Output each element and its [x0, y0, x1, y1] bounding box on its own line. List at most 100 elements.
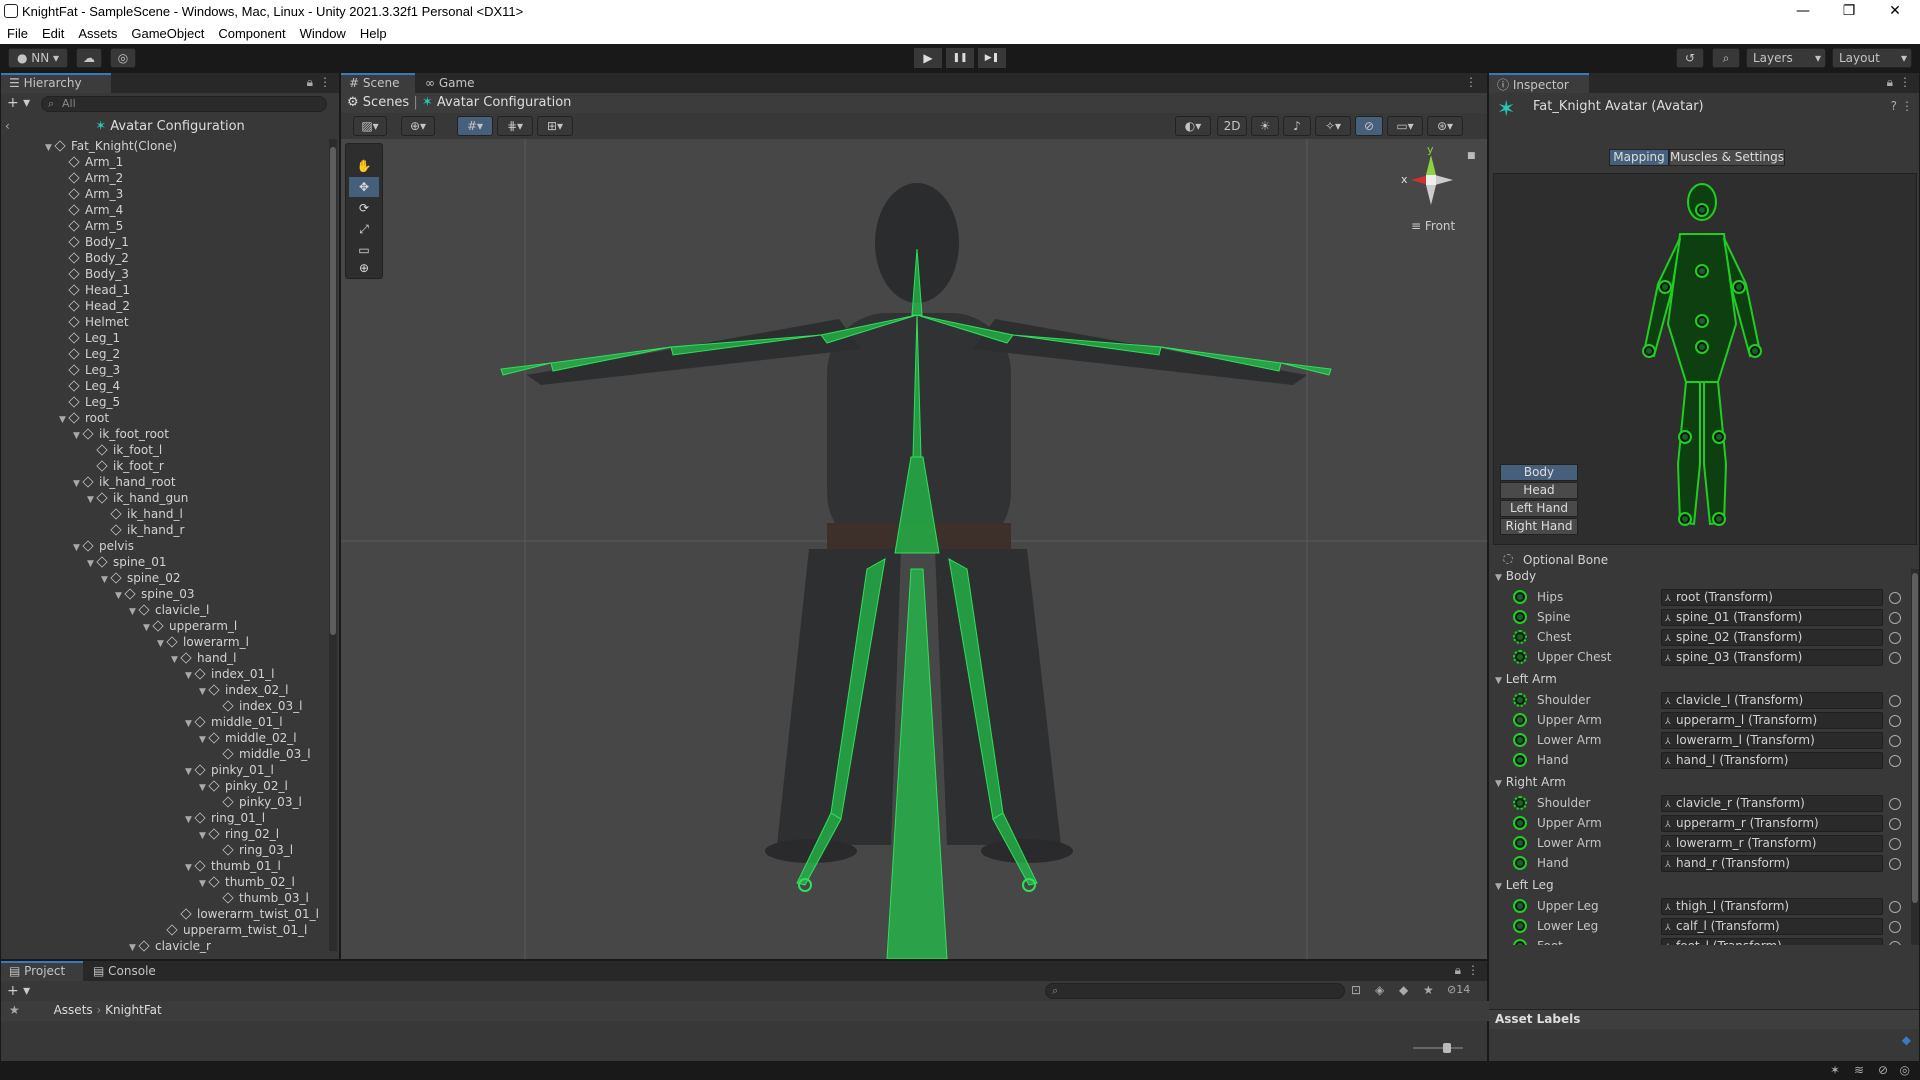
bone-transform-field[interactable]: ⅄ root (Transform)	[1661, 589, 1883, 606]
body-part-body[interactable]: Body	[1500, 464, 1578, 481]
fold-arrow-icon[interactable]: ▼	[199, 735, 209, 745]
hierarchy-item[interactable]: Arm_2	[1, 171, 123, 187]
hierarchy-item[interactable]: ▼ root	[1, 411, 109, 427]
bone-transform-field[interactable]: ⅄ foot_l (Transform)	[1661, 938, 1883, 945]
hierarchy-item[interactable]: Leg_3	[1, 363, 120, 379]
draw-mode-dropdown[interactable]: ▨▾	[353, 116, 387, 136]
project-search-input[interactable]: ⌕	[1045, 983, 1345, 999]
scale-tool-icon[interactable]: ⤢	[349, 219, 379, 239]
hierarchy-item[interactable]: ▼ pinky_01_l	[1, 763, 274, 779]
effects-dropdown[interactable]: ✧▾	[1315, 116, 1351, 136]
settings-status-icon[interactable]: ◎	[1900, 1063, 1910, 1077]
fold-arrow-icon[interactable]: ▼	[199, 879, 209, 889]
scrollbar-thumb[interactable]	[1912, 573, 1918, 903]
search-button[interactable]: ⌕	[1712, 48, 1740, 68]
tab-scene[interactable]: # Scene	[341, 73, 415, 93]
hierarchy-item[interactable]: Arm_1	[1, 155, 123, 171]
hierarchy-item[interactable]: pinky_03_l	[1, 795, 302, 811]
hierarchy-item[interactable]: ▼ index_02_l	[1, 683, 288, 699]
hierarchy-item[interactable]: ▼ pelvis	[1, 539, 134, 555]
hierarchy-item[interactable]: Body_3	[1, 267, 129, 283]
bone-dot-left-lowerarm[interactable]	[1658, 280, 1672, 294]
hierarchy-item[interactable]: Body_1	[1, 235, 129, 251]
lighting-toggle[interactable]: ☀	[1251, 116, 1279, 136]
hierarchy-item[interactable]: Leg_5	[1, 395, 120, 411]
bone-transform-field[interactable]: ⅄ upperarm_l (Transform)	[1661, 712, 1883, 729]
label-tag-icon[interactable]: ◆	[1399, 983, 1408, 997]
bone-transform-field[interactable]: ⅄ thigh_l (Transform)	[1661, 898, 1883, 915]
object-picker-icon[interactable]	[1889, 858, 1901, 870]
hierarchy-item[interactable]: ▼ lowerarm_l	[1, 635, 249, 651]
lock-icon[interactable]: 🔒︎	[1887, 75, 1893, 90]
tab-inspector[interactable]: ⓘ Inspector	[1489, 73, 1589, 93]
hierarchy-item[interactable]: upperarm_twist_01_l	[1, 923, 307, 939]
object-picker-icon[interactable]	[1889, 735, 1901, 747]
hierarchy-item[interactable]: ▼ middle_01_l	[1, 715, 283, 731]
camera-dropdown[interactable]: ▭▾	[1387, 116, 1423, 136]
layers-dropdown[interactable]: Layers ▾	[1746, 48, 1826, 68]
object-picker-icon[interactable]	[1889, 941, 1901, 945]
fold-arrow-icon[interactable]: ▼	[185, 671, 195, 681]
fold-arrow-icon[interactable]: ▼	[199, 687, 209, 697]
favorite-star-icon[interactable]: ★	[1423, 983, 1434, 997]
render-mode-dropdown[interactable]: ◐▾	[1175, 116, 1211, 136]
debugger-icon[interactable]: ⊘	[1878, 1063, 1888, 1077]
menu-window[interactable]: Window	[293, 24, 353, 41]
bone-transform-field[interactable]: ⅄ spine_01 (Transform)	[1661, 609, 1883, 626]
kebab-menu-icon[interactable]: ⋮	[1901, 99, 1913, 113]
kebab-menu-icon[interactable]: ⋮	[1465, 75, 1477, 89]
body-part-head[interactable]: Head	[1500, 482, 1578, 499]
object-picker-icon[interactable]	[1889, 838, 1901, 850]
bone-transform-field[interactable]: ⅄ clavicle_r (Transform)	[1661, 795, 1883, 812]
hierarchy-item[interactable]: ▼ spine_03	[1, 587, 194, 603]
object-picker-icon[interactable]	[1889, 612, 1901, 624]
bone-dot-left-knee[interactable]	[1678, 430, 1692, 444]
breadcrumb-scenes[interactable]: Scenes	[363, 95, 409, 110]
bone-transform-field[interactable]: ⅄ spine_03 (Transform)	[1661, 649, 1883, 666]
fold-arrow-icon[interactable]: ▼	[171, 655, 181, 665]
bone-dot-right-foot[interactable]	[1712, 512, 1726, 526]
scene-viewport[interactable]: ✋ ✥ ⟳ ⤢ ▭ ⊕ y x ■ ≡ Front	[341, 139, 1487, 959]
move-tool-icon[interactable]: ✥	[349, 177, 379, 197]
lock-icon[interactable]: 🔒︎	[307, 75, 313, 90]
hierarchy-item[interactable]: ▼ index_01_l	[1, 667, 274, 683]
transform-tool-icon[interactable]: ⊕	[349, 258, 379, 278]
hierarchy-item[interactable]: Arm_4	[1, 203, 123, 219]
hierarchy-item[interactable]: ▼ ring_02_l	[1, 827, 279, 843]
object-picker-icon[interactable]	[1889, 901, 1901, 913]
fold-arrow-icon[interactable]: ▼	[129, 607, 139, 617]
hierarchy-item[interactable]: ▼ clavicle_l	[1, 603, 209, 619]
fold-arrow-icon[interactable]: ▼	[129, 943, 139, 953]
toggle-2d-button[interactable]: 2D	[1217, 116, 1247, 136]
orientation-gizmo[interactable]: y x ■ ≡ Front	[1391, 143, 1481, 239]
bug-report-icon[interactable]: ✶	[1830, 1063, 1840, 1077]
menu-component[interactable]: Component	[211, 24, 292, 41]
hierarchy-item[interactable]: ▼ ring_01_l	[1, 811, 265, 827]
hierarchy-item[interactable]: ▼ spine_02	[1, 571, 180, 587]
hierarchy-scrollbar[interactable]	[329, 139, 337, 951]
fold-arrow-icon[interactable]: ▼	[157, 639, 167, 649]
help-icon[interactable]: ?	[1891, 99, 1897, 113]
object-picker-icon[interactable]	[1889, 798, 1901, 810]
fold-arrow-icon[interactable]: ▼	[185, 815, 195, 825]
fold-arrow-icon[interactable]: ▼	[115, 591, 125, 601]
object-picker-icon[interactable]	[1889, 632, 1901, 644]
rect-tool-icon[interactable]: ▭	[349, 240, 379, 260]
hierarchy-item[interactable]: Leg_2	[1, 347, 120, 363]
hierarchy-item[interactable]: ▼ ik_hand_gun	[1, 491, 188, 507]
search-by-label-icon[interactable]: ◈	[1375, 983, 1384, 997]
hierarchy-item[interactable]: index_03_l	[1, 699, 302, 715]
hierarchy-item[interactable]: ▼ ik_hand_root	[1, 475, 176, 491]
bone-transform-field[interactable]: ⅄ calf_l (Transform)	[1661, 918, 1883, 935]
object-picker-icon[interactable]	[1889, 715, 1901, 727]
fold-arrow-icon[interactable]: ▼	[73, 479, 83, 489]
menu-gameobject[interactable]: GameObject	[124, 24, 211, 41]
hierarchy-item[interactable]: ▼ pinky_02_l	[1, 779, 288, 795]
close-window-button[interactable]: ✕	[1872, 0, 1918, 24]
progress-icon[interactable]: ≋	[1854, 1063, 1864, 1077]
audio-toggle[interactable]: ♪	[1283, 116, 1311, 136]
fold-arrow-icon[interactable]: ▼	[73, 431, 83, 441]
fold-arrow-icon[interactable]: ▼	[45, 143, 55, 153]
breadcrumb-assets[interactable]: Assets	[54, 1003, 93, 1017]
bone-dot-right-hand[interactable]	[1748, 344, 1762, 358]
